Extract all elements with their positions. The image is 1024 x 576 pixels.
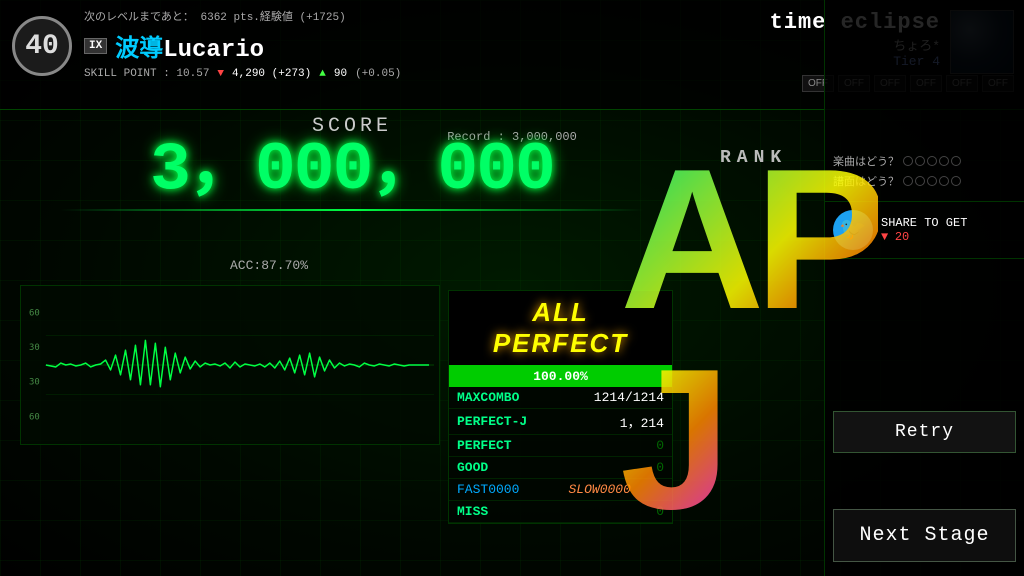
skill-down-value: 4,290 (+273) (232, 68, 311, 80)
stat-value-maxcombo: 1214/1214 (561, 387, 673, 409)
chart-rating-circles[interactable] (903, 176, 961, 186)
stat-perfectj: PERFECT-J 1，214 (449, 409, 672, 435)
acc-text: ACC:87.70% (230, 258, 308, 273)
right-panel: 楽曲はどう？ 譜面はどう？ (824, 0, 1024, 576)
slow-label: SLOW0000 (561, 479, 673, 501)
feedback-section: 楽曲はどう？ 譜面はどう？ (825, 145, 1024, 202)
skill-up-arrow: ▲ (319, 68, 326, 80)
fast-label: FAST0000 (449, 479, 561, 501)
stat-label-perfectj: PERFECT-J (449, 409, 561, 435)
score-digits: 3，000，000 (60, 137, 644, 205)
spacer (825, 259, 1024, 405)
share-section: 🐦 SHARE TO GET ▼ 20 (825, 202, 1024, 259)
stat-label-perfect: PERFECT (449, 435, 561, 457)
waveform-area: 60 30 30 60 (20, 285, 440, 445)
chart-circle-5[interactable] (951, 176, 961, 186)
share-count-row: ▼ 20 (881, 230, 967, 244)
stat-value-miss: 0 (561, 501, 673, 523)
score-underline (60, 209, 644, 211)
stat-label-maxcombo: MAXCOMBO (449, 387, 561, 409)
chart-circle-2[interactable] (915, 176, 925, 186)
skill-label: SKILL POINT : 10.57 (84, 68, 209, 80)
player-name-jp: 波導 (115, 37, 163, 64)
right-panel-top-spacer (825, 0, 1024, 145)
all-perfect-text: ALL PERFECT (461, 297, 660, 359)
stat-good: GOOD 0 (449, 457, 672, 479)
bottom-spacer (825, 568, 1024, 576)
stat-miss: MISS 0 (449, 501, 672, 523)
score-section: SCORE 3，000，000 (60, 115, 644, 215)
share-text-block: SHARE TO GET ▼ 20 (881, 216, 967, 244)
player-name: 波導Lucario (115, 28, 264, 64)
level-circle: 40 (12, 16, 72, 76)
rank-badge: IX (84, 38, 107, 54)
skill-up-value: 90 (334, 68, 347, 80)
song-rating-label: 楽曲はどう？ (833, 153, 899, 169)
spacer2 (825, 459, 1024, 503)
chart-rating-row: 譜面はどう？ (833, 173, 1016, 189)
circle-4[interactable] (939, 156, 949, 166)
share-title: SHARE TO GET (881, 216, 967, 230)
skill-delta: (+0.05) (355, 68, 401, 80)
player-name-en: Lucario (163, 37, 264, 64)
song-rating-row: 楽曲はどう？ (833, 153, 1016, 169)
skill-down-arrow: ▼ (217, 68, 224, 80)
retry-button[interactable]: Retry (833, 411, 1016, 453)
svg-text:60: 60 (29, 309, 40, 319)
circle-2[interactable] (915, 156, 925, 166)
progress-bar-container: 100.00% (449, 365, 672, 387)
twitter-button[interactable]: 🐦 (833, 210, 873, 250)
circle-3[interactable] (927, 156, 937, 166)
stat-perfect: PERFECT 0 (449, 435, 672, 457)
waveform-svg: 60 30 30 60 (21, 286, 439, 444)
circle-5[interactable] (951, 156, 961, 166)
chart-circle-3[interactable] (927, 176, 937, 186)
stat-fast-slow: FAST0000 SLOW0000 (449, 479, 672, 501)
svg-text:30: 30 (29, 378, 40, 388)
results-panel: ALL PERFECT 100.00% MAXCOMBO 1214/1214 P… (448, 290, 673, 524)
stat-label-good: GOOD (449, 457, 561, 479)
share-down-arrow: ▼ (881, 230, 888, 244)
stat-label-miss: MISS (449, 501, 561, 523)
stat-value-good: 0 (561, 457, 673, 479)
stats-table: MAXCOMBO 1214/1214 PERFECT-J 1，214 PERFE… (449, 387, 672, 523)
song-rating-circles[interactable] (903, 156, 961, 166)
chart-circle-4[interactable] (939, 176, 949, 186)
content-area: 40 次のレベルまであと： 6362 pts.経験値 (+1725) IX 波導… (0, 0, 1024, 576)
all-perfect-banner: ALL PERFECT (449, 291, 672, 365)
svg-text:30: 30 (29, 343, 40, 353)
stat-maxcombo: MAXCOMBO 1214/1214 (449, 387, 672, 409)
progress-bar-text: 100.00% (449, 365, 672, 387)
stat-value-perfectj: 1，214 (561, 409, 673, 435)
score-value: 3，000，000 (150, 137, 554, 205)
rank-label: RANK (720, 148, 787, 168)
chart-rating-label: 譜面はどう？ (833, 173, 899, 189)
next-stage-button[interactable]: Next Stage (833, 509, 1016, 562)
svg-text:60: 60 (29, 412, 40, 422)
circle-1[interactable] (903, 156, 913, 166)
level-number: 40 (25, 31, 59, 62)
stat-value-perfect: 0 (561, 435, 673, 457)
share-count: 20 (895, 230, 909, 244)
chart-circle-1[interactable] (903, 176, 913, 186)
